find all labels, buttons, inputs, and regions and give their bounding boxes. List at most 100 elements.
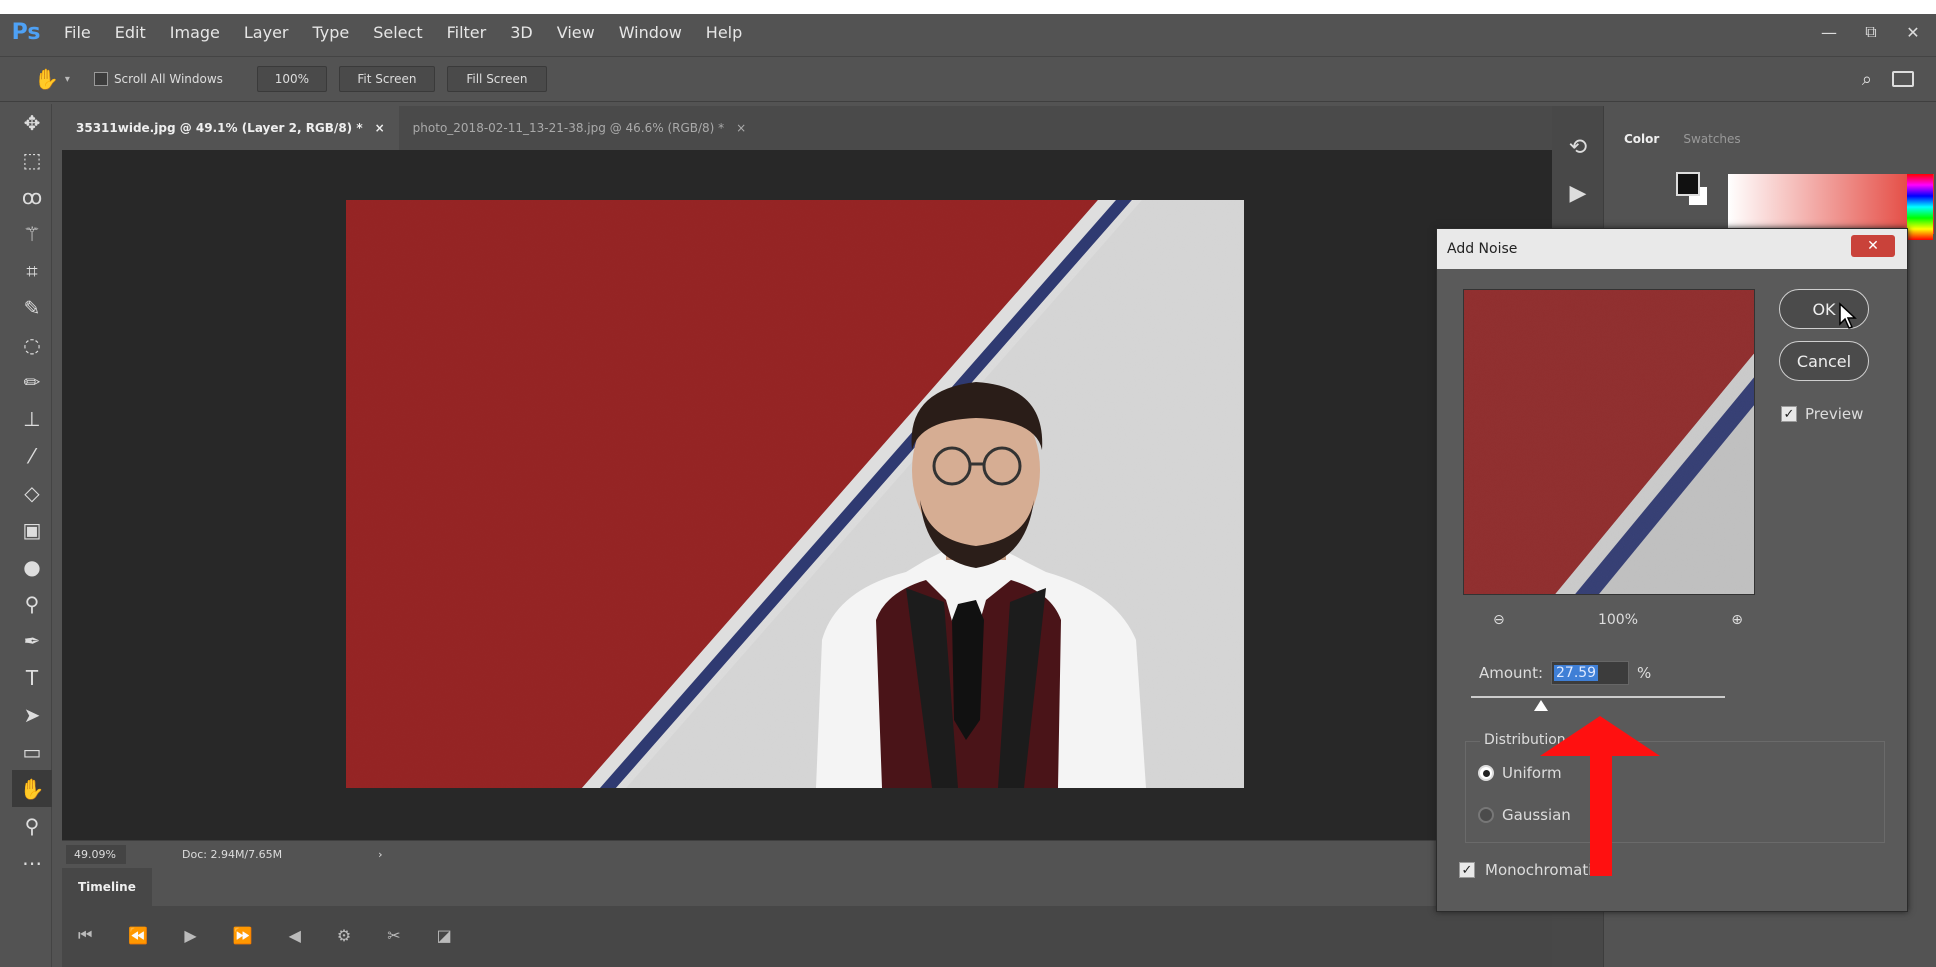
gradient-tool-icon[interactable]: ▣: [12, 511, 52, 548]
preview-checkbox[interactable]: ✓ Preview: [1781, 405, 1863, 423]
amount-input[interactable]: 27.59: [1551, 661, 1629, 685]
options-bar: ✋ ▾ Scroll All Windows 100% Fit Screen F…: [0, 56, 1936, 102]
close-window-button[interactable]: ✕: [1900, 23, 1926, 42]
doc-tab-35311wide[interactable]: 35311wide.jpg @ 49.1% (Layer 2, RGB/8) *…: [62, 106, 399, 150]
amount-label: Amount:: [1479, 664, 1543, 682]
zoom-level-field[interactable]: 49.09%: [66, 845, 126, 864]
marquee-tool-icon[interactable]: ⬚: [12, 141, 52, 178]
preview-zoom-row: ⊖ 100% ⊕: [1493, 607, 1743, 633]
doc-tab-label: photo_2018-02-11_13-21-38.jpg @ 46.6% (R…: [412, 121, 725, 135]
color-ramp[interactable]: [1728, 174, 1934, 234]
status-bar: 49.09% Doc: 2.94M/7.65M ›: [62, 840, 1552, 868]
lasso-tool-icon[interactable]: ꝏ: [12, 178, 52, 215]
transition-icon[interactable]: ◪: [437, 926, 452, 945]
document-tabs: 35311wide.jpg @ 49.1% (Layer 2, RGB/8) *…: [62, 106, 1552, 150]
audio-icon[interactable]: ◀: [289, 926, 301, 945]
fill-screen-button[interactable]: Fill Screen: [446, 66, 547, 92]
red-annotation-arrow-icon: [1540, 716, 1660, 876]
prev-frame-icon[interactable]: ⏪: [128, 926, 148, 945]
menu-3d[interactable]: 3D: [498, 23, 545, 42]
main-menu: File Edit Image Layer Type Select Filter…: [52, 23, 754, 42]
amount-row: Amount: 27.59 %: [1479, 661, 1651, 685]
eyedropper-tool-icon[interactable]: ✎: [12, 289, 52, 326]
crop-tool-icon[interactable]: ⌗: [12, 252, 52, 289]
dodge-tool-icon[interactable]: ⚲: [12, 585, 52, 622]
tools-panel: ✥ ⬚ ꝏ ⚚ ⌗ ✎ ◌ ✏ ⊥ ⁄ ◇ ▣ ● ⚲ ✒ T ➤ ▭ ✋ ⚲ …: [12, 104, 52, 967]
more-tools-icon[interactable]: ⋯: [12, 844, 52, 881]
zoom-tool-icon[interactable]: ⚲: [12, 807, 52, 844]
menu-view[interactable]: View: [545, 23, 607, 42]
magic-wand-tool-icon[interactable]: ⚚: [12, 215, 52, 252]
settings-gear-icon[interactable]: ⚙: [337, 926, 351, 945]
menu-filter[interactable]: Filter: [435, 23, 499, 42]
close-tab-icon[interactable]: ×: [736, 121, 746, 135]
timeline-tab[interactable]: Timeline: [62, 868, 152, 906]
menu-layer[interactable]: Layer: [232, 23, 301, 42]
menu-type[interactable]: Type: [300, 23, 361, 42]
play-icon[interactable]: ▶: [184, 926, 196, 945]
first-frame-icon[interactable]: ⏮: [78, 925, 92, 945]
zoom-out-icon[interactable]: ⊖: [1493, 612, 1505, 628]
hue-slider[interactable]: [1907, 174, 1933, 240]
type-tool-icon[interactable]: T: [12, 659, 52, 696]
menu-window[interactable]: Window: [607, 23, 694, 42]
history-icon[interactable]: ⟲: [1552, 124, 1604, 170]
add-noise-dialog: Add Noise ✕ ⊖ 100% ⊕ OK Cancel ✓ Preview…: [1436, 228, 1908, 912]
tab-swatches[interactable]: Swatches: [1671, 122, 1752, 156]
pen-tool-icon[interactable]: ✒: [12, 622, 52, 659]
monochromatic-check-box: ✓: [1459, 862, 1475, 878]
zoom-in-icon[interactable]: ⊕: [1731, 612, 1743, 628]
distribution-group: Distribution Uniform Gaussian: [1465, 732, 1885, 843]
window-controls: — ⧉ ✕: [1816, 14, 1936, 50]
dialog-title: Add Noise: [1437, 229, 1907, 269]
amount-value: 27.59: [1554, 665, 1599, 681]
path-select-tool-icon[interactable]: ➤: [12, 696, 52, 733]
brush-tool-icon[interactable]: ✏: [12, 363, 52, 400]
radio-dot: [1478, 807, 1494, 823]
scroll-all-label: Scroll All Windows: [113, 72, 223, 86]
workspace-icon[interactable]: [1892, 71, 1914, 87]
close-tab-icon[interactable]: ×: [375, 121, 385, 135]
timeline-controls: ⏮ ⏪ ▶ ⏩ ◀ ⚙ ✂ ◪: [62, 906, 1552, 964]
ps-logo: Ps: [11, 19, 41, 45]
menu-bar: Ps File Edit Image Layer Type Select Fil…: [0, 14, 1936, 50]
menu-file[interactable]: File: [52, 23, 103, 42]
search-icon[interactable]: ⌕: [1862, 69, 1872, 90]
photoshop-window: Ps File Edit Image Layer Type Select Fil…: [0, 0, 1936, 967]
history-brush-tool-icon[interactable]: ⁄: [12, 437, 52, 474]
timeline-panel: Timeline ⏮ ⏪ ▶ ⏩ ◀ ⚙ ✂ ◪: [62, 868, 1552, 967]
menu-edit[interactable]: Edit: [103, 23, 158, 42]
shape-tool-icon[interactable]: ▭: [12, 733, 52, 770]
doc-tab-photo[interactable]: photo_2018-02-11_13-21-38.jpg @ 46.6% (R…: [399, 106, 761, 150]
next-frame-icon[interactable]: ⏩: [233, 926, 253, 945]
move-tool-icon[interactable]: ✥: [12, 104, 52, 141]
foreground-color-swatch[interactable]: [1676, 172, 1700, 196]
document-image[interactable]: [346, 200, 1244, 788]
amount-slider-thumb[interactable]: [1534, 700, 1549, 711]
hand-tool-icon[interactable]: ✋: [34, 67, 59, 91]
fit-screen-button[interactable]: Fit Screen: [338, 66, 435, 92]
zoom-100-button[interactable]: 100%: [256, 66, 327, 92]
amount-slider[interactable]: [1471, 696, 1725, 711]
status-menu-arrow[interactable]: ›: [378, 848, 382, 861]
preview-check-box: ✓: [1781, 406, 1797, 422]
minimize-button[interactable]: —: [1816, 23, 1842, 42]
hand-tool-icon[interactable]: ✋: [12, 770, 52, 807]
eraser-tool-icon[interactable]: ◇: [12, 474, 52, 511]
doc-size-info: Doc: 2.94M/7.65M: [182, 848, 283, 861]
menu-select[interactable]: Select: [361, 23, 434, 42]
menu-help[interactable]: Help: [694, 23, 754, 42]
restore-button[interactable]: ⧉: [1858, 22, 1884, 42]
spot-heal-tool-icon[interactable]: ◌: [12, 326, 52, 363]
blur-tool-icon[interactable]: ●: [12, 548, 52, 585]
stamp-tool-icon[interactable]: ⊥: [12, 400, 52, 437]
menu-image[interactable]: Image: [158, 23, 232, 42]
cancel-button[interactable]: Cancel: [1779, 341, 1869, 381]
chevron-down-icon[interactable]: ▾: [65, 74, 70, 85]
scissors-icon[interactable]: ✂: [387, 926, 400, 945]
actions-play-icon[interactable]: ▶: [1552, 170, 1604, 216]
tab-color[interactable]: Color: [1612, 122, 1672, 156]
scroll-all-windows-checkbox[interactable]: Scroll All Windows: [93, 72, 223, 86]
close-icon[interactable]: ✕: [1851, 235, 1895, 257]
noise-preview[interactable]: [1463, 289, 1755, 595]
